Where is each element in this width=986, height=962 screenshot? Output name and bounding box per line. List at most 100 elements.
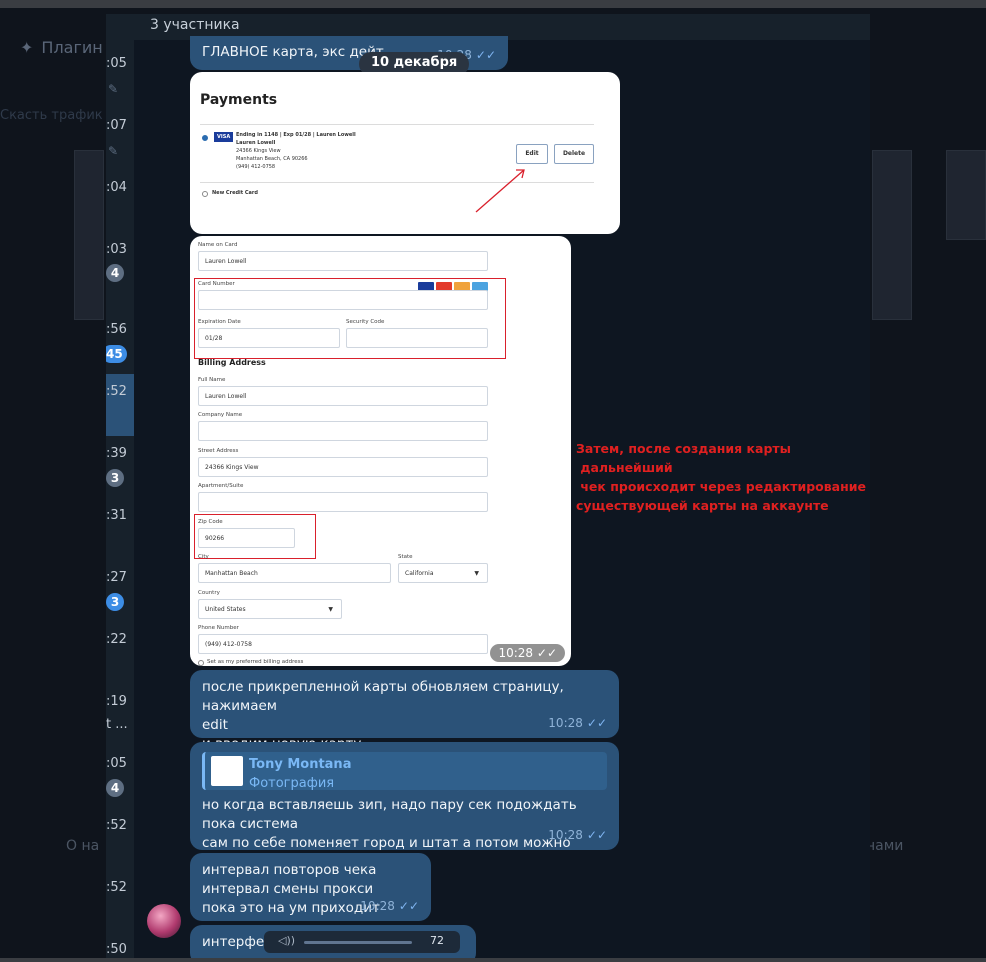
card-holder: Lauren Lowell <box>236 140 276 146</box>
full-name-label: Full Name <box>198 377 226 383</box>
chat-list-column: :05 ✎ :07 ✎ :04 :03 4 :56 45 :52 :39 3 :… <box>106 14 134 958</box>
chat-time: :04 <box>106 180 127 195</box>
red-arrow-icon <box>475 169 525 213</box>
background-thumbnail-far-right <box>946 150 986 240</box>
background-about-text: О на <box>66 838 100 854</box>
player-value: 72 <box>430 934 444 947</box>
country-select: United States ▼ <box>198 599 342 619</box>
message-bubble[interactable]: интервал повторов чека интервал смены пр… <box>190 853 431 921</box>
card-address-2: Manhattan Beach, CA 90266 <box>236 156 308 162</box>
card-address-1: 24366 Kings View <box>236 148 281 154</box>
street-field: 24366 Kings View <box>198 457 488 477</box>
chat-time: :05 <box>106 756 127 771</box>
unread-badge: 3 <box>106 469 124 487</box>
pin-icon: ✎ <box>108 82 119 96</box>
double-check-icon: ✓✓ <box>475 48 496 62</box>
apartment-label: Apartment/Suite <box>198 483 244 489</box>
red-annotation-text: Затем, после создания карты дальнейший ч… <box>576 441 866 513</box>
media-player-bar[interactable]: ◁)) 72 <box>264 931 460 953</box>
phone-label: Phone Number <box>198 625 239 631</box>
background-thumbnail-right <box>872 150 912 320</box>
radio-selected[interactable] <box>202 135 208 141</box>
background-thumbnail-left <box>74 150 104 320</box>
chat-time: :52 <box>106 818 127 833</box>
window-top-strip <box>0 0 986 8</box>
divider <box>200 124 594 125</box>
chat-time: :19 <box>106 694 127 709</box>
phone-field: (949) 412-0758 <box>198 634 488 654</box>
message-meta: 10:28✓✓ <box>548 828 607 842</box>
background-plugins-link: ✦ Плагин <box>20 38 103 57</box>
red-highlight-box <box>194 514 316 559</box>
divider <box>200 182 594 183</box>
company-field <box>198 421 488 441</box>
message-bubble[interactable]: Tony Montana Фотография но когда вставля… <box>190 742 619 870</box>
chat-time: :31 <box>106 508 127 523</box>
reply-author: Tony Montana <box>249 757 352 772</box>
photo-payments[interactable]: Payments VISA Ending in 1148 | Exp 01/28… <box>190 72 620 234</box>
chat-snippet: t ... <box>106 717 128 732</box>
radio-unselected[interactable] <box>202 191 208 197</box>
chat-time: :39 <box>106 446 127 461</box>
background-left-text: Скасть трафик <box>0 108 103 123</box>
participants-count: 3 участника <box>150 17 240 33</box>
reply-type: Фотография <box>249 776 335 791</box>
payments-title: Payments <box>200 92 278 108</box>
city-label: City <box>198 554 209 560</box>
street-label: Street Address <box>198 448 239 454</box>
delete-button[interactable]: Delete <box>554 144 594 164</box>
new-card-label: New Credit Card <box>212 190 258 196</box>
card-summary: Ending in 1148 | Exp 01/28 | Lauren Lowe… <box>236 132 356 138</box>
state-select: California ▼ <box>398 563 488 583</box>
edit-button[interactable]: Edit <box>516 144 548 164</box>
chat-time: :22 <box>106 632 127 647</box>
photo-card-form[interactable]: Name on Card Lauren Lowell Card Number E… <box>190 236 571 666</box>
volume-icon[interactable]: ◁)) <box>278 934 295 947</box>
full-name-field: Lauren Lowell <box>198 386 488 406</box>
visa-icon: VISA <box>214 132 234 142</box>
message-line: после прикрепленной карты обновляем стра… <box>202 679 564 714</box>
unread-badge: 45 <box>106 345 127 363</box>
message-line: но когда вставляешь зип, надо пару сек п… <box>202 797 577 832</box>
user-avatar[interactable] <box>147 904 181 938</box>
chat-time: :52 <box>106 880 127 895</box>
progress-bar[interactable] <box>304 941 412 944</box>
caret-down-icon: ▼ <box>328 606 333 613</box>
red-highlight-box <box>194 278 506 359</box>
country-label: Country <box>198 590 220 596</box>
chat-time: :56 <box>106 322 127 337</box>
chat-time: :50 <box>106 942 127 957</box>
photo-time: 10:28 ✓✓ <box>490 644 565 662</box>
city-field: Manhattan Beach <box>198 563 391 583</box>
chat-time: :05 <box>106 56 127 71</box>
caret-down-icon: ▼ <box>474 570 479 577</box>
background-with-us-text: нами <box>866 838 904 854</box>
apartment-field <box>198 492 488 512</box>
unread-badge: 4 <box>106 264 124 282</box>
reply-quote[interactable]: Tony Montana Фотография <box>202 752 607 791</box>
reply-photo-thumbnail <box>211 756 243 786</box>
double-check-icon: ✓✓ <box>586 828 607 842</box>
unread-badge: 4 <box>106 779 124 797</box>
name-on-card-field: Lauren Lowell <box>198 251 488 271</box>
company-label: Company Name <box>198 412 243 418</box>
preferred-address-label: Set as my preferred billing address <box>207 659 304 665</box>
message-meta: 10:28✓✓ <box>548 716 607 730</box>
billing-address-heading: Billing Address <box>198 358 266 367</box>
chat-time: :07 <box>106 118 127 133</box>
double-check-icon: ✓✓ <box>398 899 419 913</box>
message-line: интервал повторов чека <box>202 862 377 878</box>
message-line: edit <box>202 717 228 733</box>
state-label: State <box>398 554 413 560</box>
double-check-icon: ✓✓ <box>536 646 557 660</box>
name-on-card-label: Name on Card <box>198 242 238 248</box>
window-bottom-strip <box>0 958 986 962</box>
chat-time: :03 <box>106 242 127 257</box>
message-bubble[interactable]: после прикрепленной карты обновляем стра… <box>190 670 619 752</box>
double-check-icon: ✓✓ <box>586 716 607 730</box>
pin-icon: ✎ <box>108 144 119 158</box>
unread-badge: 3 <box>106 593 124 611</box>
preferred-address-checkbox <box>198 660 204 666</box>
chat-time: :52 <box>106 384 127 399</box>
message-meta: 10:28✓✓ <box>360 899 419 913</box>
